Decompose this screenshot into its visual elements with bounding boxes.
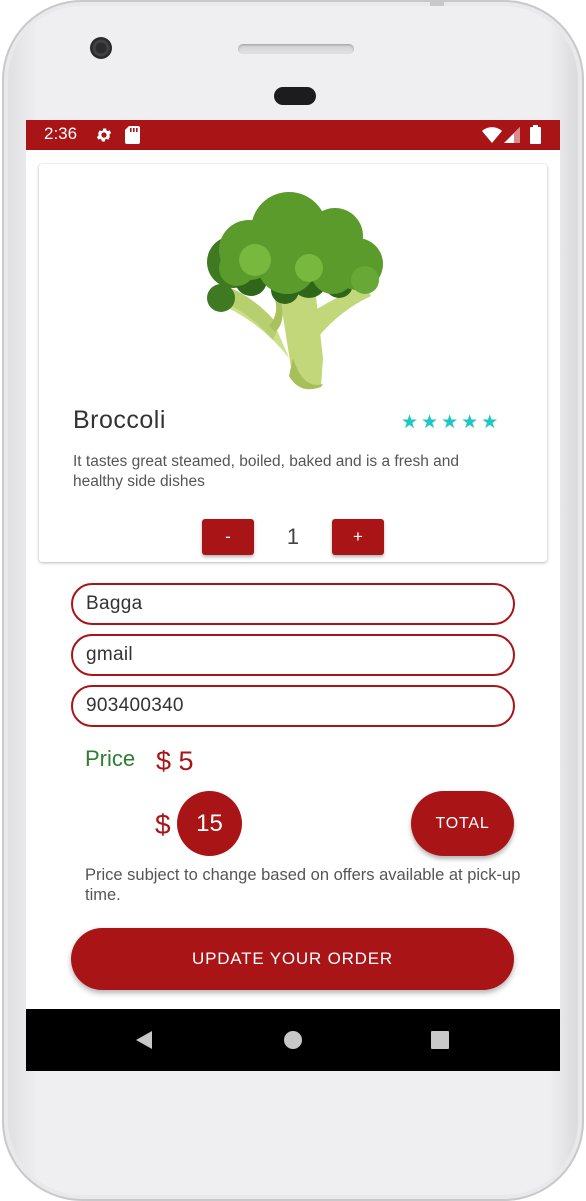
gear-icon [95, 126, 113, 148]
phone-field-value: 903400340 [86, 695, 184, 716]
battery-icon [530, 125, 541, 148]
total-currency: $ [155, 809, 171, 840]
broccoli-image [207, 192, 383, 390]
update-order-button[interactable]: UPDATE YOUR ORDER [71, 928, 514, 990]
wifi-icon [482, 127, 502, 147]
total-button[interactable]: TOTAL [411, 791, 514, 856]
email-field-value: gmail [86, 644, 133, 665]
star-icon: ★ [441, 411, 459, 433]
earpiece-speaker [238, 44, 354, 54]
signal-icon [504, 127, 520, 147]
status-time: 2:36 [44, 124, 78, 143]
product-card: Broccoli ★ ★ ★ ★ ★ It tastes great steam… [39, 164, 547, 562]
email-field[interactable]: gmail [71, 634, 515, 676]
home-icon[interactable] [281, 1028, 305, 1052]
back-icon[interactable] [132, 1028, 156, 1052]
quantity-value: 1 [286, 524, 300, 549]
sd-card-icon [125, 126, 140, 148]
rating-stars: ★ ★ ★ ★ ★ [401, 412, 498, 432]
app-screen: 2:36 Broccoli ★ ★ ★ ★ ★ It tastes great … [26, 120, 560, 1071]
star-icon: ★ [421, 411, 439, 433]
increment-button[interactable]: + [332, 519, 384, 555]
star-icon: ★ [401, 411, 419, 433]
star-icon: ★ [481, 411, 499, 433]
navigation-bar [26, 1009, 560, 1071]
price-note: Price subject to change based on offers … [85, 866, 521, 904]
total-value: 15 [177, 791, 242, 856]
product-description: It tastes great steamed, boiled, baked a… [73, 453, 460, 490]
price-value: $ 5 [156, 746, 194, 776]
name-field[interactable]: Bagga [71, 583, 515, 625]
front-camera [90, 37, 112, 59]
recents-icon[interactable] [428, 1028, 452, 1052]
star-icon: ★ [461, 411, 479, 433]
proximity-sensor [274, 87, 316, 105]
name-field-value: Bagga [86, 593, 143, 614]
phone-field[interactable]: 903400340 [71, 685, 515, 727]
phone-side-button [430, 0, 444, 6]
price-label: Price [85, 746, 136, 771]
product-title: Broccoli [73, 406, 166, 434]
decrement-button[interactable]: - [202, 519, 254, 555]
status-bar: 2:36 [26, 120, 560, 150]
